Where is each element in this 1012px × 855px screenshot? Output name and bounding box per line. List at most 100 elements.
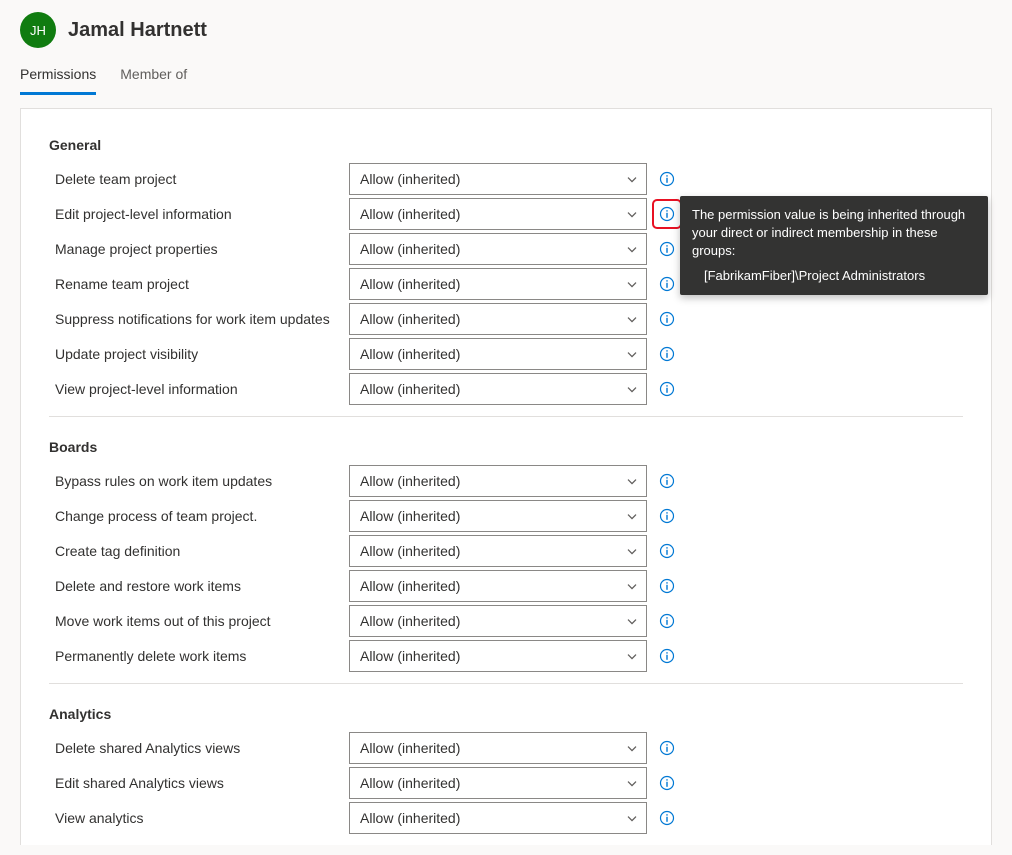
info-icon[interactable] [655, 504, 679, 528]
perm-row: Suppress notifications for work item upd… [49, 301, 963, 336]
perm-row: Move work items out of this project Allo… [49, 603, 963, 638]
info-icon[interactable] [655, 736, 679, 760]
perm-row: Update project visibility Allow (inherit… [49, 336, 963, 371]
perm-label: Delete team project [49, 165, 349, 193]
perm-select[interactable]: Allow (inherited) [349, 268, 647, 300]
info-icon[interactable] [655, 806, 679, 830]
perm-select[interactable]: Allow (inherited) [349, 802, 647, 834]
info-icon[interactable] [655, 771, 679, 795]
perm-value: Allow (inherited) [360, 381, 460, 397]
perm-value: Allow (inherited) [360, 276, 460, 292]
info-icon[interactable] [655, 307, 679, 331]
perm-label: Update project visibility [49, 340, 349, 368]
perm-select[interactable]: Allow (inherited) [349, 535, 647, 567]
user-header: JH Jamal Hartnett [0, 0, 1012, 56]
info-icon[interactable] [655, 644, 679, 668]
tooltip-text: The permission value is being inherited … [692, 206, 976, 261]
perm-label: View analytics [49, 804, 349, 832]
perm-label: Move work items out of this project [49, 607, 349, 635]
chevron-down-icon [626, 777, 638, 789]
perm-label: Edit project-level information [49, 200, 349, 228]
perm-select[interactable]: Allow (inherited) [349, 338, 647, 370]
chevron-down-icon [626, 383, 638, 395]
perm-value: Allow (inherited) [360, 578, 460, 594]
perm-select[interactable]: Allow (inherited) [349, 767, 647, 799]
info-icon[interactable] [655, 202, 679, 226]
perm-value: Allow (inherited) [360, 206, 460, 222]
info-icon[interactable] [655, 469, 679, 493]
perm-label: Delete shared Analytics views [49, 734, 349, 762]
info-icon[interactable] [655, 574, 679, 598]
perm-select[interactable]: Allow (inherited) [349, 465, 647, 497]
perm-label: Permanently delete work items [49, 642, 349, 670]
chevron-down-icon [626, 348, 638, 360]
avatar: JH [20, 12, 56, 48]
info-icon[interactable] [655, 377, 679, 401]
perm-row: Delete and restore work items Allow (inh… [49, 568, 963, 603]
perm-row: View analytics Allow (inherited) [49, 800, 963, 835]
info-icon[interactable] [655, 167, 679, 191]
section-title-analytics: Analytics [49, 700, 963, 730]
perm-value: Allow (inherited) [360, 613, 460, 629]
perm-row: Permanently delete work items Allow (inh… [49, 638, 963, 673]
info-icon[interactable] [655, 237, 679, 261]
perm-label: View project-level information [49, 375, 349, 403]
perm-label: Rename team project [49, 270, 349, 298]
tooltip: The permission value is being inherited … [680, 196, 988, 295]
perm-row: View project-level information Allow (in… [49, 371, 963, 406]
info-icon[interactable] [655, 342, 679, 366]
section-boards: Boards Bypass rules on work item updates… [49, 427, 963, 684]
chevron-down-icon [626, 208, 638, 220]
perm-select[interactable]: Allow (inherited) [349, 233, 647, 265]
perm-select[interactable]: Allow (inherited) [349, 605, 647, 637]
perm-value: Allow (inherited) [360, 810, 460, 826]
perm-select[interactable]: Allow (inherited) [349, 640, 647, 672]
perm-value: Allow (inherited) [360, 346, 460, 362]
perm-select[interactable]: Allow (inherited) [349, 500, 647, 532]
perm-select[interactable]: Allow (inherited) [349, 198, 647, 230]
perm-select[interactable]: Allow (inherited) [349, 163, 647, 195]
perm-label: Create tag definition [49, 537, 349, 565]
perm-value: Allow (inherited) [360, 648, 460, 664]
chevron-down-icon [626, 580, 638, 592]
perm-row: Create tag definition Allow (inherited) [49, 533, 963, 568]
tabs: Permissions Member of [0, 56, 1012, 96]
chevron-down-icon [626, 615, 638, 627]
perm-row: Change process of team project. Allow (i… [49, 498, 963, 533]
section-title-boards: Boards [49, 433, 963, 463]
info-icon[interactable] [655, 272, 679, 296]
perm-value: Allow (inherited) [360, 171, 460, 187]
perm-select[interactable]: Allow (inherited) [349, 373, 647, 405]
perm-row: Edit shared Analytics views Allow (inher… [49, 765, 963, 800]
perm-value: Allow (inherited) [360, 311, 460, 327]
perm-value: Allow (inherited) [360, 740, 460, 756]
chevron-down-icon [626, 313, 638, 325]
perm-label: Bypass rules on work item updates [49, 467, 349, 495]
perm-row: Delete team project Allow (inherited) [49, 161, 963, 196]
perm-select[interactable]: Allow (inherited) [349, 732, 647, 764]
chevron-down-icon [626, 243, 638, 255]
perm-label: Change process of team project. [49, 502, 349, 530]
perm-value: Allow (inherited) [360, 473, 460, 489]
info-icon[interactable] [655, 609, 679, 633]
info-icon[interactable] [655, 539, 679, 563]
perm-label: Delete and restore work items [49, 572, 349, 600]
perm-select[interactable]: Allow (inherited) [349, 570, 647, 602]
tab-permissions[interactable]: Permissions [20, 56, 96, 95]
chevron-down-icon [626, 742, 638, 754]
perm-select[interactable]: Allow (inherited) [349, 303, 647, 335]
perm-value: Allow (inherited) [360, 543, 460, 559]
tab-member-of[interactable]: Member of [120, 56, 187, 95]
perm-row: Bypass rules on work item updates Allow … [49, 463, 963, 498]
perm-row: Delete shared Analytics views Allow (inh… [49, 730, 963, 765]
chevron-down-icon [626, 545, 638, 557]
chevron-down-icon [626, 510, 638, 522]
section-title-general: General [49, 131, 963, 161]
tooltip-group: [FabrikamFiber]\Project Administrators [692, 267, 976, 285]
perm-value: Allow (inherited) [360, 775, 460, 791]
chevron-down-icon [626, 650, 638, 662]
section-analytics: Analytics Delete shared Analytics views … [49, 694, 963, 845]
perm-value: Allow (inherited) [360, 241, 460, 257]
chevron-down-icon [626, 812, 638, 824]
perm-label: Edit shared Analytics views [49, 769, 349, 797]
